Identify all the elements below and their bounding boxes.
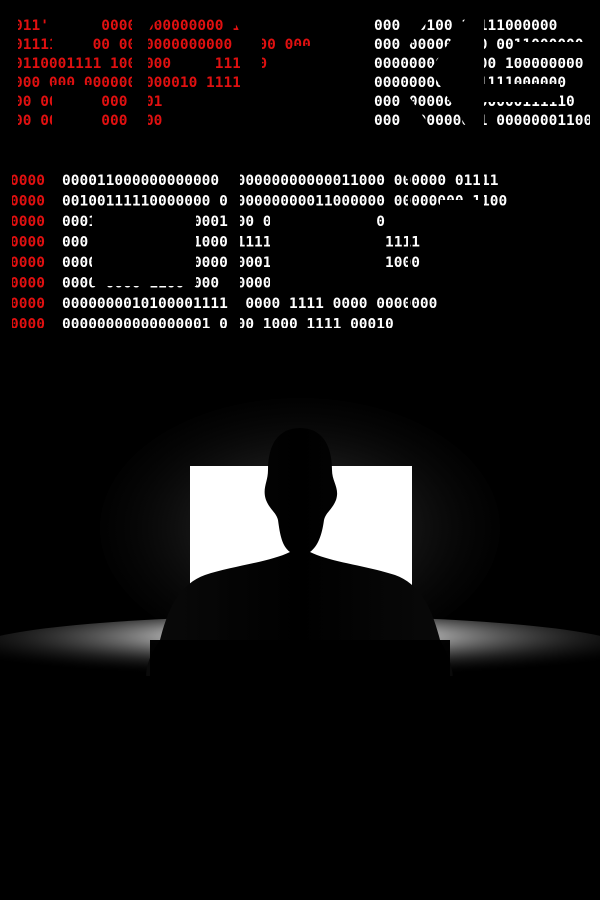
binary-row: 0000000000000 0011000000 bbox=[374, 37, 584, 53]
binary-row: 00 000 00 000 001 bbox=[14, 94, 163, 110]
binary-row: 000010100 11111000000 bbox=[374, 18, 557, 34]
binary-row: 00100111110000000 0000000000011000000 00… bbox=[62, 194, 507, 210]
binary-row: 0000 bbox=[10, 296, 45, 312]
person-torso bbox=[150, 640, 450, 900]
binary-row: 01111 00000 0000000000000 1000 000 bbox=[14, 37, 311, 53]
binary-row: 0000 bbox=[10, 317, 45, 333]
binary-row: 0000 0000000000000000001 0000 000001 100… bbox=[62, 255, 420, 271]
binary-row: 0000 bbox=[10, 173, 45, 189]
binary-row: 0001 00000000000001000 000000000 1100 bbox=[62, 214, 385, 230]
binary-row: 000 000 0000000000010 1111 bbox=[14, 75, 241, 91]
binary-row: 000 00000000010100001111 0000 000000 111… bbox=[62, 235, 420, 251]
binary-row: 0000 bbox=[10, 194, 45, 210]
binary-row: 00000000100 1111000000 bbox=[374, 75, 566, 91]
binary-row: 0000 0000 1100 000 00000000 bbox=[62, 276, 298, 292]
poster: 011' 1000 00000000000000 1 01111 00000 00… bbox=[0, 0, 600, 900]
binary-row: 0000 bbox=[10, 255, 45, 271]
binary-row: 00000000101000011111 0000 1111 0000 0000… bbox=[62, 296, 437, 312]
binary-row: 00000000000000 100000000 bbox=[374, 56, 584, 72]
poster-artwork: 011' 1000 00000000000000 1 01111 00000 00… bbox=[0, 0, 600, 900]
binary-row: 0000 bbox=[10, 214, 45, 230]
binary-row: 0000000000001 000000011000 bbox=[374, 113, 600, 129]
binary-row: 000011000000000000 000000000000011000 00… bbox=[62, 173, 499, 189]
binary-row: 00000000000000001 0000 1000 1111 00010 bbox=[62, 317, 394, 333]
binary-row: 011' 1000 00000000000000 1 bbox=[14, 18, 241, 34]
binary-row: 0110001111 100 000 100 111000 bbox=[14, 56, 267, 72]
binary-row: 0000 bbox=[10, 276, 45, 292]
binary-row: 0000 bbox=[10, 235, 45, 251]
binary-row: 00 00 000 000 100 bbox=[14, 113, 162, 129]
binary-row: 00000000010 00000111110 bbox=[374, 94, 575, 110]
